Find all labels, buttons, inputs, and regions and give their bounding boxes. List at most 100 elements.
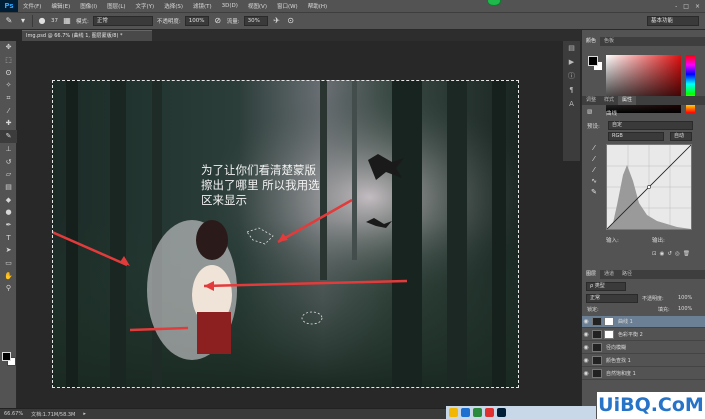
menu-type[interactable]: 文字(Y): [131, 2, 160, 10]
history-brush-tool-icon[interactable]: ↺: [0, 155, 17, 168]
layer-row[interactable]: ◉ 色彩平衡 2: [582, 329, 705, 341]
hand-tool-icon[interactable]: ✋: [0, 269, 17, 282]
clip-icon[interactable]: ⊡: [652, 251, 660, 257]
eyedropper-white-icon[interactable]: ⁄: [587, 166, 601, 177]
brush-preset-icon[interactable]: ●: [37, 16, 47, 26]
tab-styles[interactable]: 样式: [600, 96, 618, 105]
chat-icon[interactable]: [473, 408, 482, 417]
type-tool-icon[interactable]: T: [0, 231, 17, 244]
browser-icon[interactable]: [461, 408, 470, 417]
blend-mode-select[interactable]: 正常: [586, 294, 638, 303]
maximize-button[interactable]: □: [683, 3, 689, 10]
curve-edit-icon[interactable]: ∿: [587, 177, 601, 188]
shape-tool-icon[interactable]: ▭: [0, 257, 17, 270]
photoshop-taskbar-icon[interactable]: [497, 408, 506, 417]
layer-row[interactable]: ◉ 颜色查找 1: [582, 355, 705, 367]
color-swatches[interactable]: [2, 352, 16, 366]
fill-value[interactable]: 100%: [678, 306, 692, 312]
pressure-opacity-icon[interactable]: ⊘: [213, 16, 223, 26]
chevron-right-icon[interactable]: ▸: [83, 411, 86, 417]
visibility-icon[interactable]: ◎: [675, 251, 683, 257]
eyedropper-black-icon[interactable]: ⁄: [587, 144, 601, 155]
menu-layer[interactable]: 图层(L): [102, 2, 130, 10]
eye-icon[interactable]: ◉: [582, 357, 590, 364]
tab-adjustments[interactable]: 调整: [582, 96, 600, 105]
trash-icon[interactable]: 🗑: [683, 251, 693, 257]
menu-image[interactable]: 图像(I): [75, 2, 102, 10]
character-panel-icon[interactable]: A: [563, 97, 580, 111]
path-select-tool-icon[interactable]: ➤: [0, 244, 17, 257]
workspace-select[interactable]: 基本功能: [647, 16, 699, 26]
reset-icon[interactable]: ↺: [667, 251, 675, 257]
actions-panel-icon[interactable]: ▶: [563, 55, 580, 69]
tab-layers[interactable]: 图层: [582, 270, 601, 279]
airbrush-icon[interactable]: ✈: [272, 16, 282, 26]
eraser-tool-icon[interactable]: ▱: [0, 168, 17, 181]
pressure-size-icon[interactable]: ⊙: [286, 16, 296, 26]
menu-view[interactable]: 视图(V): [243, 2, 272, 10]
brush-panel-icon[interactable]: ▦: [62, 16, 72, 26]
eyedropper-tool-icon[interactable]: ⁄: [0, 104, 17, 117]
layer-row[interactable]: ◉ 径向模糊: [582, 342, 705, 354]
chevron-down-icon[interactable]: ▾: [18, 16, 28, 26]
pen-tool-icon[interactable]: ✒: [0, 219, 17, 232]
layer-row[interactable]: ◉ 自然饱和度 1: [582, 368, 705, 380]
curves-graph[interactable]: [606, 144, 692, 230]
tab-properties[interactable]: 属性: [618, 96, 637, 105]
marquee-tool-icon[interactable]: ⬚: [0, 54, 17, 67]
move-tool-icon[interactable]: ✥: [0, 41, 17, 54]
paragraph-panel-icon[interactable]: ¶: [563, 83, 580, 97]
channel-select[interactable]: RGB: [608, 132, 664, 141]
quick-select-tool-icon[interactable]: ✧: [0, 79, 17, 92]
layer-mask-thumbnail[interactable]: [604, 317, 614, 326]
folder-icon[interactable]: [449, 408, 458, 417]
document-tab[interactable]: Img.psd @ 66.7% (曲线 1, 图层蒙版/8) *: [22, 30, 152, 41]
brush-icon[interactable]: ✎: [4, 16, 14, 26]
tab-swatches[interactable]: 色板: [600, 37, 618, 46]
preset-select[interactable]: 自定: [608, 121, 693, 130]
eye-icon[interactable]: ◉: [582, 344, 590, 351]
zoom-tool-icon[interactable]: ⚲: [0, 282, 17, 295]
layer-opacity-value[interactable]: 100%: [678, 295, 692, 301]
auto-button[interactable]: 自动: [670, 132, 692, 141]
tab-color[interactable]: 颜色: [582, 37, 601, 46]
tab-channels[interactable]: 通道: [600, 270, 618, 279]
menu-help[interactable]: 帮助(H): [303, 2, 332, 10]
menu-filter[interactable]: 滤镜(T): [188, 2, 217, 10]
foreground-color-chip[interactable]: [588, 56, 598, 66]
pencil-icon[interactable]: ✎: [587, 188, 601, 199]
minimize-button[interactable]: -: [675, 3, 677, 10]
menu-file[interactable]: 文件(F): [18, 2, 46, 10]
menu-edit[interactable]: 编辑(E): [46, 2, 75, 10]
menu-3d[interactable]: 3D(D): [217, 3, 243, 9]
menu-select[interactable]: 选择(S): [159, 2, 188, 10]
dodge-tool-icon[interactable]: ●: [0, 206, 17, 219]
zoom-level[interactable]: 66.67%: [4, 411, 23, 417]
gradient-tool-icon[interactable]: ▤: [0, 181, 17, 194]
menu-window[interactable]: 窗口(W): [272, 2, 303, 10]
opacity-field[interactable]: 100%: [184, 16, 209, 26]
lasso-tool-icon[interactable]: ʘ: [0, 66, 17, 79]
eyedropper-gray-icon[interactable]: ⁄: [587, 155, 601, 166]
layer-row[interactable]: ◉ 曲线 1: [582, 316, 705, 328]
close-button[interactable]: ×: [695, 3, 700, 10]
app-icon[interactable]: [485, 408, 494, 417]
info-panel-icon[interactable]: ⓘ: [563, 69, 580, 83]
brush-tool-icon[interactable]: ✎: [0, 129, 17, 143]
stamp-tool-icon[interactable]: ⊥: [0, 143, 17, 156]
tab-paths[interactable]: 路径: [618, 270, 636, 279]
layer-filter-select[interactable]: ρ 类型: [586, 282, 626, 291]
flow-field[interactable]: 30%: [243, 16, 268, 26]
foreground-color-swatch[interactable]: [2, 352, 11, 361]
eye-icon[interactable]: ◉: [582, 331, 590, 338]
layer-thumbnail: [592, 343, 602, 352]
crop-tool-icon[interactable]: ⌗: [0, 92, 17, 105]
layer-mask-thumbnail[interactable]: [604, 330, 614, 339]
eye-icon[interactable]: ◉: [582, 370, 590, 377]
healing-tool-icon[interactable]: ✚: [0, 117, 17, 130]
properties-footer-icons: ⊡◉↺◎🗑: [652, 251, 693, 257]
history-panel-icon[interactable]: ▤: [563, 41, 580, 55]
eye-icon[interactable]: ◉: [582, 318, 590, 325]
mode-select[interactable]: 正常: [92, 16, 153, 26]
blur-tool-icon[interactable]: ◆: [0, 193, 17, 206]
